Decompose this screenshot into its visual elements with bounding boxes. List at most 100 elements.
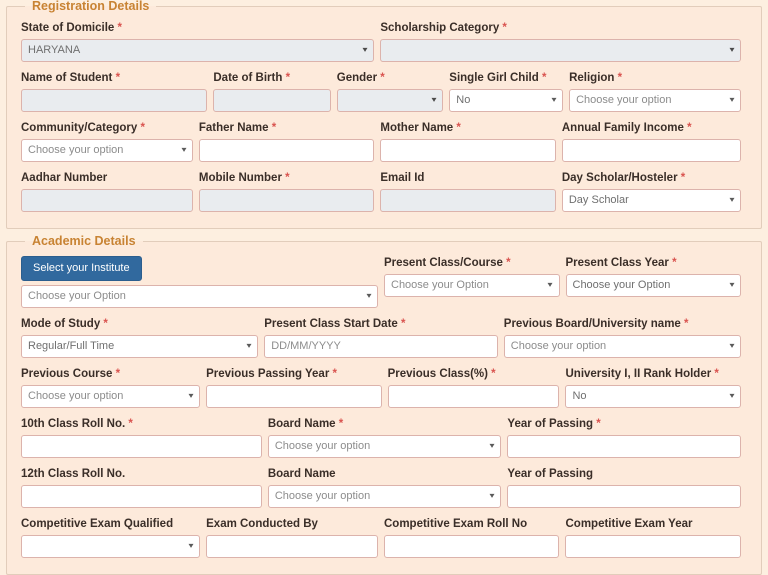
field-value: No bbox=[456, 93, 471, 106]
label-text: Community/Category bbox=[21, 121, 138, 134]
field-value: HARYANA bbox=[28, 43, 81, 56]
required-asterisk: * bbox=[502, 256, 511, 269]
form-row: Previous Course * Choose your option ▾ Prev… bbox=[21, 364, 747, 414]
input-year-of-passing[interactable] bbox=[507, 484, 741, 508]
required-asterisk: * bbox=[114, 21, 122, 34]
input-annual-family-income[interactable] bbox=[561, 138, 741, 162]
required-asterisk: * bbox=[329, 367, 337, 380]
label-name-of-student: Name of Student * bbox=[21, 71, 207, 86]
select-previous-course[interactable]: Choose your option ▾ bbox=[21, 384, 201, 408]
input-previous-class[interactable] bbox=[387, 384, 560, 408]
label-scholarship-category: Scholarship Category * bbox=[380, 21, 741, 36]
placeholder-text: Choose your Option bbox=[391, 278, 489, 291]
select-scholarship-category: ▾ bbox=[380, 38, 741, 62]
input-father-name[interactable] bbox=[198, 138, 375, 162]
input-present-class-start-date[interactable]: DD/MM/YYYY bbox=[264, 334, 498, 358]
label-email-id: Email Id bbox=[380, 171, 556, 186]
required-asterisk: * bbox=[377, 71, 385, 84]
select-your-institute-button[interactable]: Select your Institute bbox=[21, 255, 142, 281]
section-academic: Academic Details Select your Institute Cho… bbox=[6, 234, 762, 575]
form-row: Name of Student * Date of Birth * Gender *… bbox=[21, 68, 747, 118]
field-value: Regular/Full Time bbox=[28, 339, 115, 352]
select-competitive-exam-qualified[interactable]: ▾ bbox=[21, 534, 201, 558]
chevron-down-icon: ▾ bbox=[362, 45, 368, 55]
select-day-scholar-hosteler[interactable]: Day Scholar ▾ bbox=[561, 188, 741, 212]
select-present-class-year[interactable]: Choose your Option ▾ bbox=[565, 273, 741, 297]
label-board-name: Board Name bbox=[268, 467, 502, 482]
label-text: Single Girl Child bbox=[449, 71, 539, 84]
required-asterisk: * bbox=[614, 71, 623, 84]
select-community-category[interactable]: Choose your option ▾ bbox=[21, 138, 193, 162]
label-text: Year of Passing bbox=[507, 417, 594, 430]
select-university-i-ii-rank-holder[interactable]: No ▾ bbox=[565, 384, 741, 408]
field-value: Choose your Option bbox=[572, 278, 671, 291]
input-mother-name[interactable] bbox=[380, 138, 556, 162]
placeholder-text: Choose your option bbox=[274, 439, 371, 452]
label-text: Competitive Exam Year bbox=[565, 517, 693, 530]
label-text: Board Name bbox=[267, 417, 336, 430]
label-text: Religion bbox=[569, 71, 615, 84]
label-competitive-exam-qualified: Competitive Exam Qualified bbox=[21, 517, 200, 532]
input-10th-class-roll-no[interactable] bbox=[21, 434, 262, 458]
form-row: Select your Institute Choose your Option ▾… bbox=[21, 253, 747, 314]
field-value: Day Scholar bbox=[568, 193, 629, 206]
form-row: Competitive Exam Qualified ▾ Exam Conducte… bbox=[21, 514, 747, 564]
select-institute[interactable]: Choose your Option ▾ bbox=[21, 284, 378, 308]
label-text: Mother Name bbox=[380, 121, 454, 134]
label-text: Previous Class(%) bbox=[387, 367, 488, 380]
select-single-girl-child[interactable]: No ▾ bbox=[449, 88, 564, 112]
label-annual-family-income: Annual Family Income * bbox=[562, 121, 741, 136]
label-text: Present Class/Course bbox=[384, 256, 503, 269]
field-year-of-passing: Year of Passing bbox=[507, 464, 747, 514]
placeholder-text: Choose your option bbox=[576, 93, 672, 106]
input-competitive-exam-roll-no[interactable] bbox=[383, 534, 560, 558]
input-exam-conducted-by[interactable] bbox=[206, 534, 378, 558]
field-state-of-domicile: State of Domicile * HARYANA ▾ bbox=[21, 18, 380, 68]
select-board-name[interactable]: Choose your option ▾ bbox=[267, 484, 502, 508]
section-registration: Registration Details State of Domicile * H… bbox=[6, 0, 762, 229]
chevron-down-icon: ▾ bbox=[729, 341, 735, 350]
field-date-of-birth: Date of Birth * bbox=[213, 68, 336, 118]
field-scholarship-category: Scholarship Category * ▾ bbox=[380, 18, 747, 68]
field-competitive-exam-qualified: Competitive Exam Qualified ▾ bbox=[21, 514, 206, 564]
label-text: Mobile Number bbox=[198, 171, 282, 184]
select-religion[interactable]: Choose your option ▾ bbox=[569, 88, 741, 112]
input-competitive-exam-year[interactable] bbox=[565, 534, 741, 558]
label-competitive-exam-year: Competitive Exam Year bbox=[565, 517, 741, 532]
field-previous-passing-year: Previous Passing Year * bbox=[206, 364, 388, 414]
label-mode-of-study: Mode of Study * bbox=[21, 317, 258, 332]
required-asterisk: * bbox=[100, 317, 108, 330]
input-previous-passing-year[interactable] bbox=[206, 384, 382, 408]
label-text: Mode of Study bbox=[21, 317, 101, 330]
select-board-name[interactable]: Choose your option ▾ bbox=[267, 434, 502, 458]
field-single-girl-child: Single Girl Child * No ▾ bbox=[449, 68, 569, 118]
label-text: Name of Student bbox=[21, 71, 113, 84]
field-previous-course: Previous Course * Choose your option ▾ bbox=[21, 364, 206, 414]
field-year-of-passing: Year of Passing * bbox=[507, 414, 747, 464]
select-state-of-domicile: HARYANA ▾ bbox=[21, 38, 375, 62]
label-text: Scholarship Category bbox=[380, 21, 500, 34]
field-mode-of-study: Mode of Study * Regular/Full Time ▾ bbox=[21, 314, 264, 364]
field-institute: Select your Institute Choose your Option ▾ bbox=[21, 253, 384, 314]
chevron-down-icon: ▾ bbox=[729, 45, 735, 55]
label-previous-passing-year: Previous Passing Year * bbox=[206, 367, 382, 382]
field-competitive-exam-year: Competitive Exam Year bbox=[565, 514, 747, 564]
input-12th-class-roll-no[interactable] bbox=[21, 484, 262, 508]
label-text: Date of Birth bbox=[213, 71, 283, 84]
field-father-name: Father Name * bbox=[198, 118, 381, 168]
field-university-i-ii-rank-holder: University I, II Rank Holder * No ▾ bbox=[565, 364, 747, 414]
select-previous-board-university-name[interactable]: Choose your option ▾ bbox=[503, 334, 741, 358]
section-legend-registration: Registration Details bbox=[32, 0, 150, 13]
field-aadhar-number: Aadhar Number bbox=[21, 168, 199, 218]
field-value: No bbox=[572, 389, 587, 402]
label-day-scholar-hosteler: Day Scholar/Hosteler * bbox=[562, 171, 741, 186]
label-10th-class-roll-no: 10th Class Roll No. * bbox=[21, 417, 262, 432]
select-mode-of-study[interactable]: Regular/Full Time ▾ bbox=[21, 334, 259, 358]
input-year-of-passing[interactable] bbox=[507, 434, 741, 458]
field-day-scholar-hosteler: Day Scholar/Hosteler * Day Scholar ▾ bbox=[561, 168, 747, 218]
label-text: Father Name bbox=[198, 121, 269, 134]
select-present-class-course[interactable]: Choose your Option ▾ bbox=[384, 273, 560, 297]
label-text: Previous Passing Year bbox=[206, 367, 330, 380]
chevron-down-icon: ▾ bbox=[729, 280, 735, 289]
input-email-id bbox=[380, 188, 556, 212]
